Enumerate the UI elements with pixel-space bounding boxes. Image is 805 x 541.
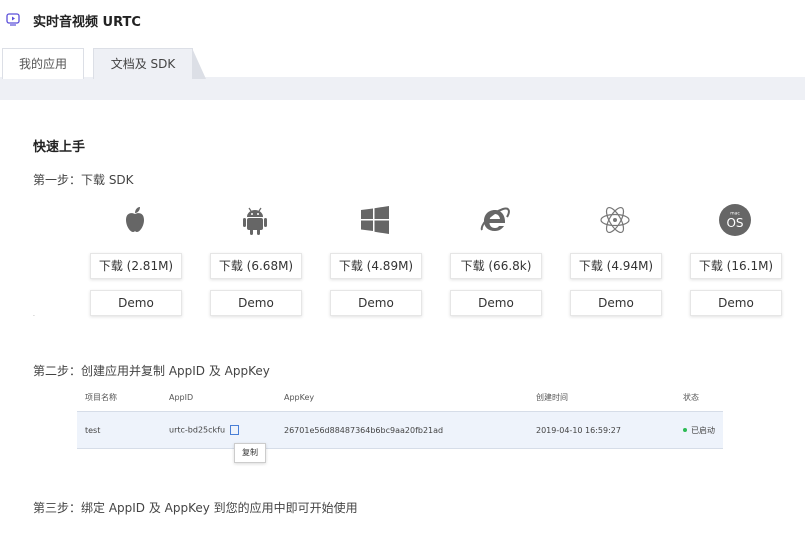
column-header-name: 项目名称 <box>85 392 117 402</box>
main-panel <box>0 100 805 541</box>
platform-macos: mac OS 下载 (16.1M) Demo <box>690 202 782 317</box>
copy-tooltip: 复制 <box>234 443 266 463</box>
tab-bar: 我的应用 文档及 SDK <box>0 44 805 98</box>
video-app-icon <box>6 13 20 26</box>
demo-button-ios[interactable]: Demo <box>90 290 182 316</box>
demo-button-android[interactable]: Demo <box>210 290 302 316</box>
appid-value: urtc-bd25ckfu <box>169 425 226 435</box>
download-button-macos[interactable]: 下载 (16.1M) <box>690 253 782 279</box>
tab-docs-sdk[interactable]: 文档及 SDK <box>93 48 206 79</box>
demo-button-macos[interactable]: Demo <box>690 290 782 316</box>
copy-icon[interactable] <box>230 425 240 435</box>
status-dot-icon <box>683 428 687 432</box>
windows-icon <box>361 206 389 234</box>
download-button-ios[interactable]: 下载 (2.81M) <box>90 253 182 279</box>
demo-button-electron[interactable]: Demo <box>570 290 662 316</box>
cell-app-name: test <box>77 411 169 449</box>
cell-status: 已启动 <box>683 411 723 449</box>
stray-mark: . <box>33 311 35 318</box>
download-button-web[interactable]: 下载 (66.8k) <box>450 253 542 279</box>
column-header-appid: AppID <box>169 392 194 402</box>
macos-icon-text: OS <box>726 216 743 230</box>
apps-table: 项目名称 AppID AppKey 创建时间 状态 test urtc-bd25… <box>77 383 723 449</box>
page-title: 快速上手 <box>33 140 86 155</box>
status-text: 已启动 <box>691 425 715 435</box>
cell-appid: urtc-bd25ckfu <box>169 411 284 449</box>
electron-icon <box>600 206 630 234</box>
tab-my-apps[interactable]: 我的应用 <box>2 48 84 79</box>
content-separator <box>0 80 805 100</box>
demo-button-windows[interactable]: Demo <box>330 290 422 316</box>
cell-created-time: 2019-04-10 16:59:27 <box>536 411 683 449</box>
macos-icon: mac OS <box>719 204 751 236</box>
download-button-android[interactable]: 下载 (6.68M) <box>210 253 302 279</box>
column-header-appkey: AppKey <box>284 392 315 402</box>
download-button-electron[interactable]: 下载 (4.94M) <box>570 253 662 279</box>
column-header-created: 创建时间 <box>536 392 568 402</box>
internet-explorer-icon <box>480 207 510 231</box>
app-header: 实时音视频 URTC <box>0 0 805 44</box>
step2-label: 第二步：创建应用并复制 AppID 及 AppKey <box>33 364 270 378</box>
table-row[interactable]: test urtc-bd25ckfu 26701e56d88487364b6bc… <box>77 411 723 449</box>
demo-button-web[interactable]: Demo <box>450 290 542 316</box>
download-button-windows[interactable]: 下载 (4.89M) <box>330 253 422 279</box>
platform-electron: 下载 (4.94M) Demo <box>570 202 662 317</box>
step1-label: 第一步：下载 SDK <box>33 173 134 187</box>
platform-windows: 下载 (4.89M) Demo <box>330 202 422 317</box>
android-icon <box>243 207 267 235</box>
cell-appkey: 26701e56d88487364b6bc9aa20fb21ad <box>284 411 536 449</box>
column-header-status: 状态 <box>683 392 699 402</box>
platform-web: 下载 (66.8k) Demo <box>450 202 542 317</box>
step3-label: 第三步：绑定 AppID 及 AppKey 到您的应用中即可开始使用 <box>33 501 358 515</box>
app-title: 实时音视频 URTC <box>33 15 141 30</box>
apple-icon <box>126 207 144 232</box>
table-header-row: 项目名称 AppID AppKey 创建时间 状态 <box>77 383 723 412</box>
platform-ios: 下载 (2.81M) Demo <box>90 202 182 317</box>
platform-android: 下载 (6.68M) Demo <box>210 202 302 317</box>
